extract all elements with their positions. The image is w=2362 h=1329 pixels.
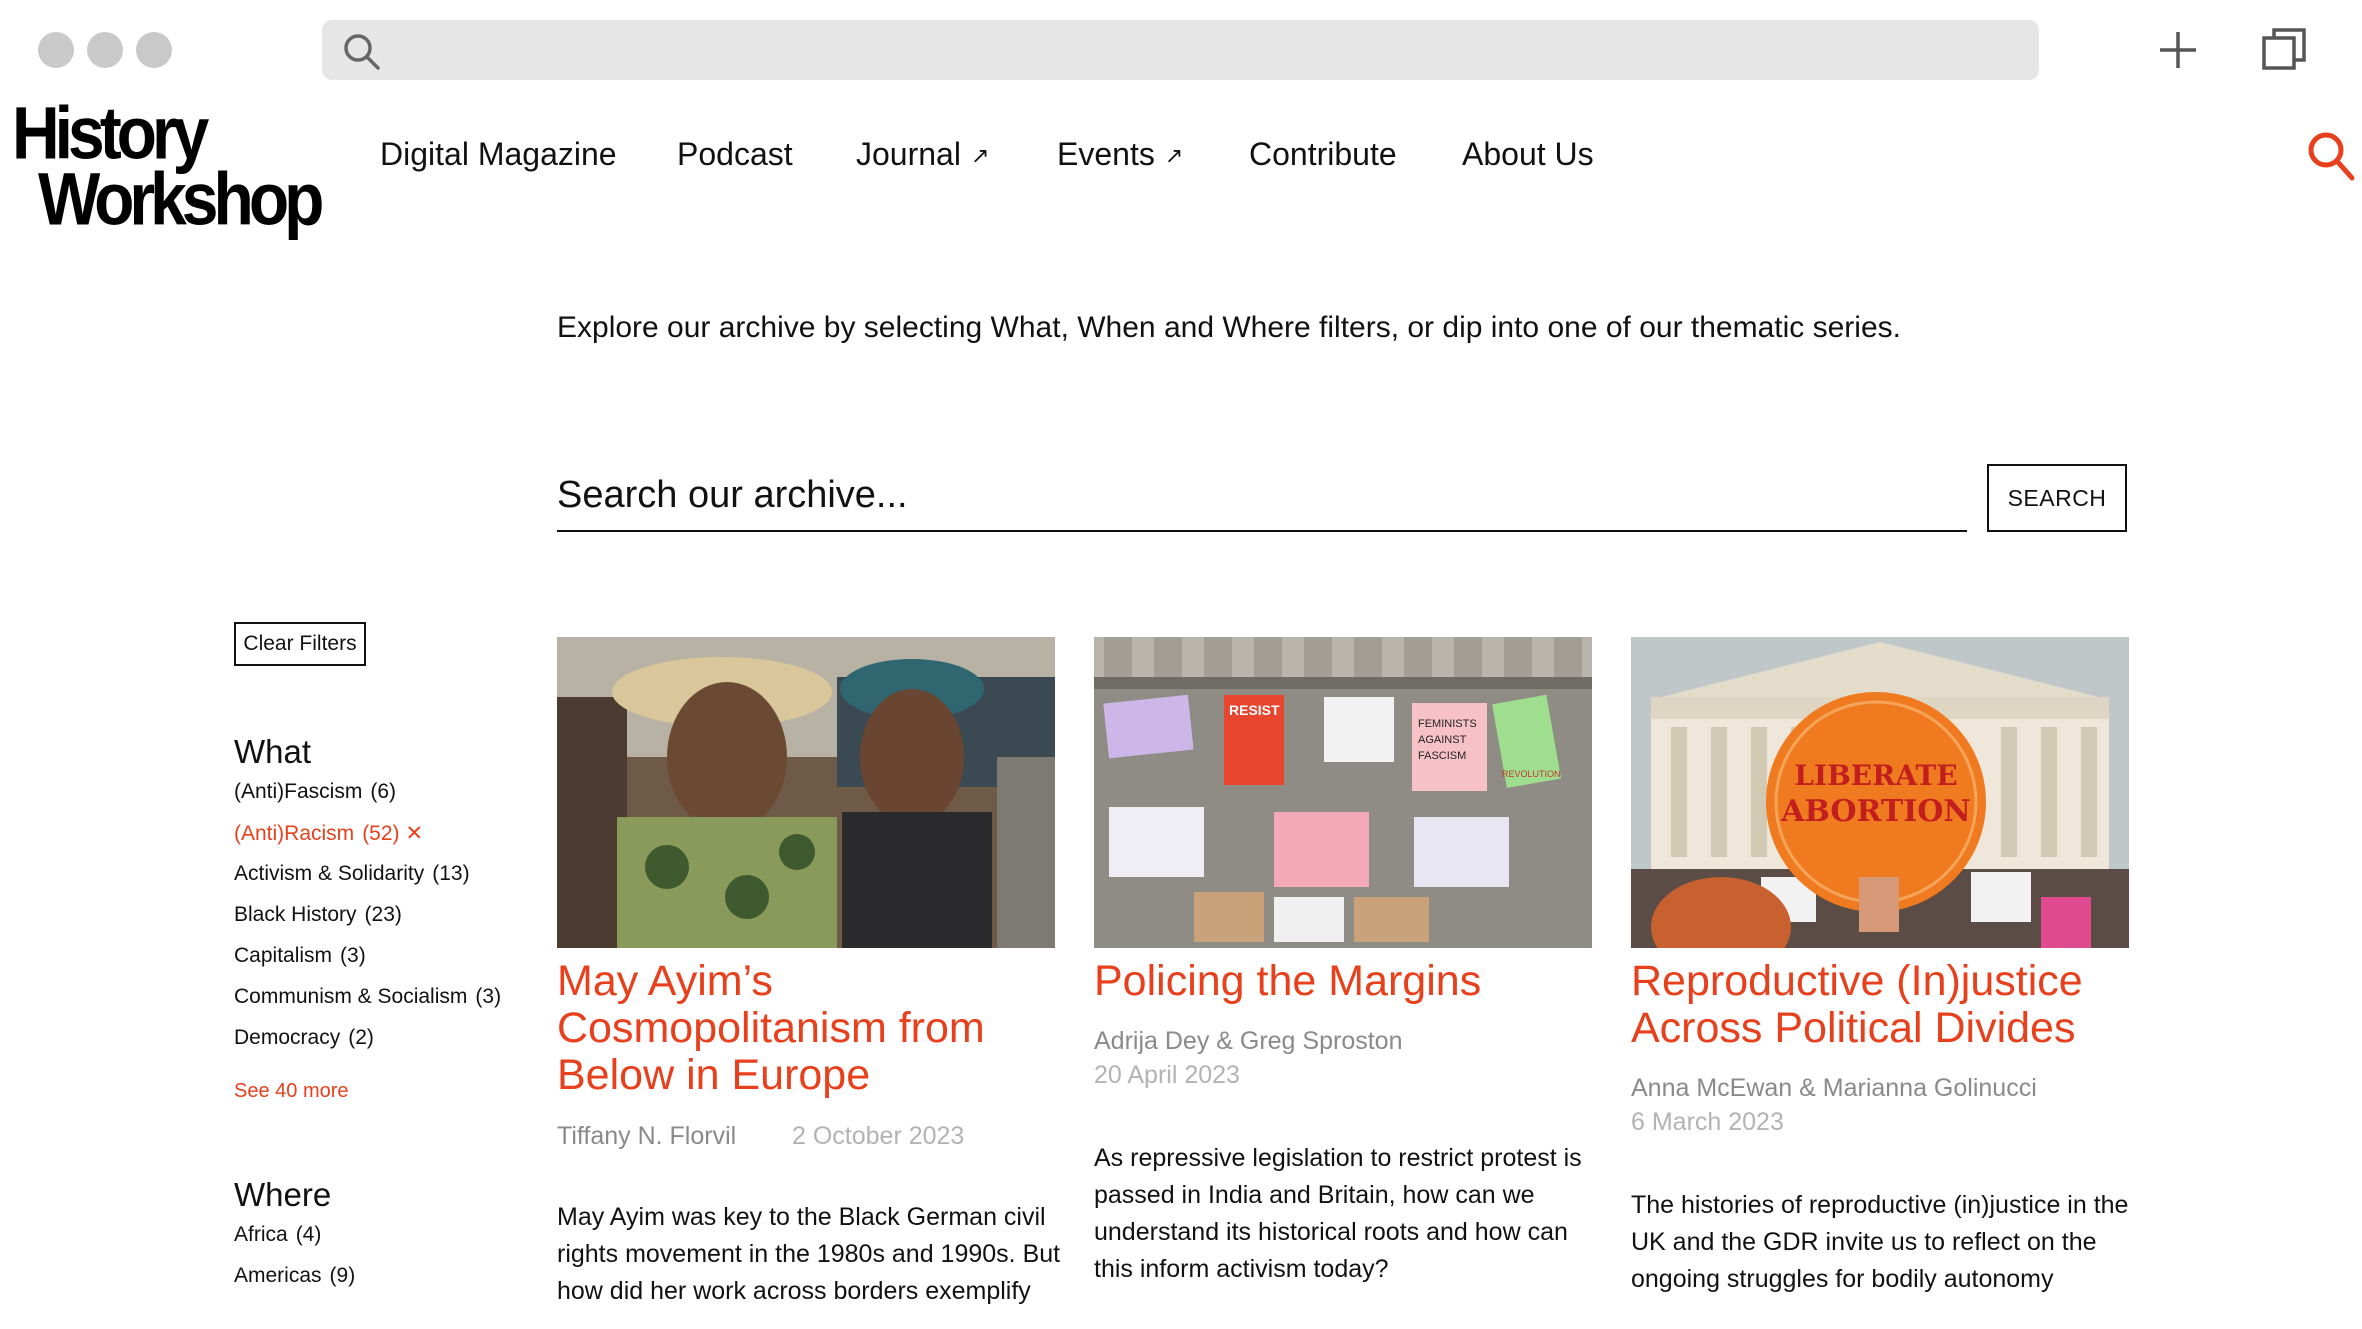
nav-digital-magazine[interactable]: Digital Magazine	[380, 136, 617, 173]
title-line: Reproductive (In)justice	[1631, 957, 2083, 1005]
filter-count: (3)	[340, 944, 366, 967]
filter-count: (23)	[364, 903, 402, 926]
filter-label: Americas	[234, 1264, 322, 1287]
site-search-icon[interactable]	[2306, 130, 2356, 184]
poster-against: AGAINST	[1418, 734, 1467, 746]
article-title[interactable]: Reproductive (In)justice Across Politica…	[1631, 958, 2131, 1052]
nav-label: Podcast	[677, 136, 793, 172]
filter-anti-fascism[interactable]: (Anti)Fascism (6)	[234, 780, 396, 804]
title-line: Cosmopolitanism from	[557, 1004, 985, 1052]
archive-search-button[interactable]: SEARCH	[1987, 464, 2127, 532]
logo-line-2: Workshop	[38, 157, 324, 241]
nav-label: Journal	[856, 136, 961, 172]
nav-journal[interactable]: Journal ↗	[856, 136, 989, 173]
filter-anti-racism-active[interactable]: (Anti)Racism (52) ✕	[234, 821, 423, 846]
poster-resist: RESIST	[1229, 702, 1280, 718]
filter-activism-solidarity[interactable]: Activism & Solidarity (13)	[234, 862, 470, 886]
nav-label: Contribute	[1249, 136, 1397, 172]
plus-icon[interactable]	[2152, 24, 2204, 76]
address-bar[interactable]	[322, 20, 2039, 80]
excerpt-line: this inform activism today?	[1094, 1255, 1389, 1283]
excerpt-line: passed in India and Britain, how can we	[1094, 1181, 1535, 1209]
filter-black-history[interactable]: Black History (23)	[234, 903, 402, 927]
title-line: Below in Europe	[557, 1051, 871, 1099]
excerpt-line: how did her work across borders exemplif…	[557, 1277, 1031, 1305]
sign-abortion: ABORTION	[1780, 794, 1971, 829]
filter-label: Communism & Socialism	[234, 985, 468, 1008]
excerpt-line: rights movement in the 1980s and 1990s. …	[557, 1240, 1061, 1268]
article-excerpt: As repressive legislation to restrict pr…	[1094, 1140, 1614, 1288]
title-line: May Ayim’s	[557, 957, 773, 1005]
search-icon	[344, 34, 380, 70]
article-title[interactable]: May Ayim’s Cosmopolitanism from Below in…	[557, 958, 1057, 1099]
archive-search-input[interactable]	[557, 460, 1967, 532]
window-stack-icon[interactable]	[2258, 24, 2310, 76]
filter-count: (2)	[348, 1026, 374, 1049]
article-author[interactable]: Adrija Dey & Greg Sproston	[1094, 1027, 1402, 1056]
article-author[interactable]: Anna McEwan & Marianna Golinucci	[1631, 1074, 2037, 1103]
archive-intro: Explore our archive by selecting What, W…	[557, 311, 1901, 344]
nav-label: About Us	[1462, 136, 1594, 172]
filter-africa[interactable]: Africa (4)	[234, 1223, 321, 1247]
filter-count: (9)	[329, 1264, 356, 1287]
remove-filter-icon[interactable]: ✕	[406, 822, 424, 845]
article-title[interactable]: Policing the Margins	[1094, 958, 1594, 1005]
article-image-policing[interactable]: RESIST FEMINISTS AGAINST FASCISM REVOLUT…	[1094, 637, 1592, 948]
filter-democracy[interactable]: Democracy (2)	[234, 1026, 374, 1050]
article-excerpt: May Ayim was key to the Black German civ…	[557, 1199, 1077, 1310]
article-date: 6 March 2023	[1631, 1108, 1784, 1136]
nav-contribute[interactable]: Contribute	[1249, 136, 1397, 173]
filter-label: Africa	[234, 1223, 288, 1246]
excerpt-line: ongoing struggles for bodily autonomy	[1631, 1265, 2054, 1293]
filter-americas[interactable]: Americas (9)	[234, 1264, 355, 1288]
sign-liberate: LIBERATE	[1794, 759, 1957, 792]
article-author[interactable]: Tiffany N. Florvil	[557, 1122, 736, 1151]
filter-label: (Anti)Racism	[234, 822, 355, 845]
filter-count: (3)	[475, 985, 502, 1008]
nav-label: Events	[1057, 136, 1155, 172]
window-close-dot[interactable]	[38, 32, 74, 68]
excerpt-line: As repressive legislation to restrict pr…	[1094, 1144, 1582, 1172]
poster-revolution: REVOLUTION	[1502, 769, 1561, 779]
filter-label: Activism & Solidarity	[234, 862, 425, 885]
what-heading: What	[234, 733, 312, 770]
filter-count: (13)	[432, 862, 470, 885]
filter-label: Democracy	[234, 1026, 341, 1049]
title-line: Policing the Margins	[1094, 957, 1482, 1005]
nav-about-us[interactable]: About Us	[1462, 136, 1594, 173]
article-date: 20 April 2023	[1094, 1061, 1240, 1089]
excerpt-line: May Ayim was key to the Black German civ…	[557, 1203, 1046, 1231]
filter-label: Capitalism	[234, 944, 333, 967]
clear-filters-button[interactable]: Clear Filters	[234, 622, 366, 666]
excerpt-line: understand its historical roots and how …	[1094, 1218, 1568, 1246]
filter-label: Black History	[234, 903, 357, 926]
title-line: Across Political Divides	[1631, 1004, 2076, 1052]
filter-count: (52)	[362, 822, 400, 845]
excerpt-line: The histories of reproductive (in)justic…	[1631, 1191, 2129, 1219]
poster-feminists: FEMINISTS	[1418, 718, 1477, 730]
external-arrow-icon: ↗	[1164, 143, 1184, 168]
article-image-reproductive-justice[interactable]: LIBERATE ABORTION	[1631, 637, 2129, 948]
article-excerpt: The histories of reproductive (in)justic…	[1631, 1187, 2151, 1298]
filter-count: (6)	[370, 780, 397, 803]
window-minimize-dot[interactable]	[87, 32, 123, 68]
nav-label: Digital Magazine	[380, 136, 617, 172]
site-logo[interactable]: History Workshop	[12, 96, 324, 246]
filter-label: (Anti)Fascism	[234, 780, 363, 803]
where-heading: Where	[234, 1176, 332, 1213]
window-maximize-dot[interactable]	[136, 32, 172, 68]
filter-communism-socialism[interactable]: Communism & Socialism (3)	[234, 985, 501, 1009]
nav-podcast[interactable]: Podcast	[677, 136, 793, 173]
article-image-may-ayim[interactable]	[557, 637, 1055, 948]
article-date: 2 October 2023	[792, 1122, 965, 1150]
filter-count: (4)	[295, 1223, 322, 1246]
external-arrow-icon: ↗	[970, 143, 990, 168]
nav-events[interactable]: Events ↗	[1057, 136, 1183, 173]
excerpt-line: UK and the GDR invite us to reflect on t…	[1631, 1228, 2097, 1256]
see-more-link[interactable]: See 40 more	[234, 1080, 349, 1103]
filter-capitalism[interactable]: Capitalism (3)	[234, 944, 366, 968]
poster-fascism: FASCISM	[1418, 750, 1466, 762]
